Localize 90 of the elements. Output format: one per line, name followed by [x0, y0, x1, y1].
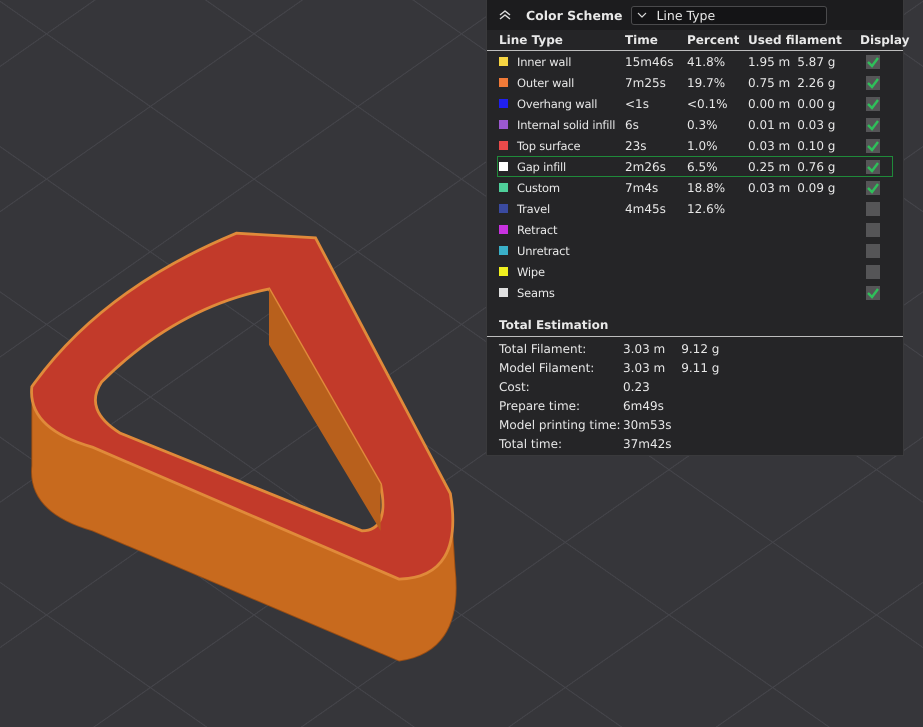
- weight-cell: 0.09 g: [797, 180, 836, 194]
- line-type-row[interactable]: Unretract: [487, 240, 903, 261]
- display-checkbox[interactable]: [866, 222, 880, 236]
- length-cell: 0.03 m: [748, 138, 790, 152]
- time-cell-text: 2m26s: [625, 160, 667, 174]
- line-type-row[interactable]: Overhang wall <1s <0.1% 0.00 m 0.00 g: [487, 93, 903, 114]
- display-checkbox[interactable]: [866, 202, 880, 216]
- display-checkbox[interactable]: [866, 264, 880, 278]
- percent-cell-text: <0.1%: [687, 96, 729, 110]
- time-cell-text: 15m46s: [625, 54, 674, 68]
- weight-cell: 5.87 g: [797, 54, 836, 68]
- weight-cell: 0.03 g: [797, 118, 836, 132]
- length-cell: 0.00 m: [748, 96, 790, 110]
- line-type-name: Inner wall: [517, 54, 572, 68]
- display-checkbox[interactable]: [866, 286, 880, 300]
- line-type-row[interactable]: Outer wall 7m25s 19.7% 0.75 m 2.26 g: [487, 72, 903, 93]
- column-header: Used filament: [748, 32, 843, 46]
- line-type-row[interactable]: Gap infill 2m26s 6.5% 0.25 m 0.76 g: [497, 156, 893, 177]
- estimate-value: 30m53s: [623, 418, 672, 432]
- time-cell-text: 4m45s: [625, 202, 667, 216]
- display-checkbox[interactable]: [866, 160, 880, 174]
- percent-cell-text: 41.8%: [687, 54, 726, 68]
- estimate-label: Total Filament:: [499, 342, 588, 356]
- line-type-name: Unretract: [517, 244, 570, 258]
- color-scheme-title: Color Scheme: [526, 8, 622, 22]
- total-estimation-title: Total Estimation: [487, 303, 903, 337]
- length-cell: 0.01 m: [748, 118, 790, 132]
- line-type-name: Gap infill: [517, 160, 566, 174]
- display-checkbox[interactable]: [866, 180, 880, 194]
- caret-icon: [637, 12, 648, 18]
- line-type-name: Wipe: [517, 264, 545, 278]
- estimate-value: 3.03 m: [623, 360, 666, 374]
- estimate-label: Total time:: [499, 436, 563, 450]
- line-type-name: Retract: [517, 222, 558, 236]
- estimate-value: 0.23: [623, 380, 650, 394]
- line-type-row[interactable]: Retract: [487, 219, 903, 240]
- column-header: Time: [625, 32, 659, 46]
- display-checkbox[interactable]: [866, 54, 880, 68]
- estimate-label: Model printing time:: [499, 418, 622, 432]
- estimate-value: 37m42s: [623, 436, 672, 450]
- line-type-row[interactable]: Wipe: [487, 261, 903, 282]
- line-type-name: Outer wall: [517, 76, 574, 90]
- weight-cell: 0.00 g: [797, 96, 836, 110]
- collapse-icon[interactable]: [499, 10, 511, 20]
- column-header: Display: [860, 32, 910, 46]
- line-type-row[interactable]: Inner wall 15m46s 41.8% 1.95 m 5.87 g: [487, 51, 903, 72]
- line-type-name: Internal solid infill: [517, 118, 616, 132]
- length-cell: 0.03 m: [748, 180, 790, 194]
- percent-cell-text: 1.0%: [687, 138, 718, 152]
- weight-cell: 0.76 g: [797, 160, 836, 174]
- line-type-name: Seams: [517, 286, 555, 300]
- time-cell-text: 6s: [625, 118, 640, 132]
- estimate-value: 6m49s: [623, 398, 664, 412]
- time-cell-text: 23s: [625, 138, 648, 152]
- display-checkbox[interactable]: [866, 138, 880, 152]
- line-type-row[interactable]: Custom 7m4s 18.8% 0.03 m 0.09 g: [487, 177, 903, 198]
- display-checkbox[interactable]: [866, 118, 880, 132]
- column-header: Line Type: [499, 32, 564, 46]
- line-type-name: Custom: [517, 180, 560, 194]
- weight-cell: 2.26 g: [797, 76, 836, 90]
- percent-cell-text: 19.7%: [687, 76, 726, 90]
- line-type-name: Overhang wall: [517, 96, 598, 110]
- line-type-row[interactable]: Top surface 23s 1.0% 0.03 m 0.10 g: [487, 135, 903, 156]
- line-type-row[interactable]: Travel 4m45s 12.6%: [487, 198, 903, 219]
- line-type-name: Travel: [517, 202, 550, 216]
- estimate-value: 9.11 g: [681, 360, 720, 374]
- estimate-value: 9.12 g: [681, 342, 720, 356]
- percent-cell-text: 18.8%: [687, 180, 726, 194]
- length-cell: 0.75 m: [748, 76, 790, 90]
- percent-cell-text: 0.3%: [687, 118, 718, 132]
- time-cell-text: 7m25s: [625, 76, 667, 90]
- estimate-value: 3.03 m: [623, 342, 666, 356]
- time-cell-text: <1s: [625, 96, 650, 110]
- display-checkbox[interactable]: [866, 244, 880, 258]
- estimate-label: Model Filament:: [499, 360, 596, 374]
- display-checkbox[interactable]: [866, 96, 880, 110]
- estimate-label: Prepare time:: [499, 398, 582, 412]
- length-cell: 0.25 m: [748, 160, 790, 174]
- line-type-name: Top surface: [517, 138, 580, 152]
- column-header: Percent: [687, 32, 740, 46]
- time-cell-text: 7m4s: [625, 180, 660, 194]
- display-checkbox[interactable]: [866, 76, 880, 90]
- line-type-row[interactable]: Seams: [487, 282, 903, 303]
- length-cell: 1.95 m: [748, 54, 790, 68]
- percent-cell-text: 6.5%: [687, 160, 718, 174]
- line-type-dropdown[interactable]: Line Type: [631, 6, 828, 24]
- weight-cell: 0.10 g: [797, 138, 836, 152]
- estimate-label: Cost:: [499, 380, 531, 394]
- percent-cell-text: 12.6%: [687, 202, 726, 216]
- line-type-row[interactable]: Internal solid infill 6s 0.3% 0.01 m 0.03 g: [487, 114, 903, 135]
